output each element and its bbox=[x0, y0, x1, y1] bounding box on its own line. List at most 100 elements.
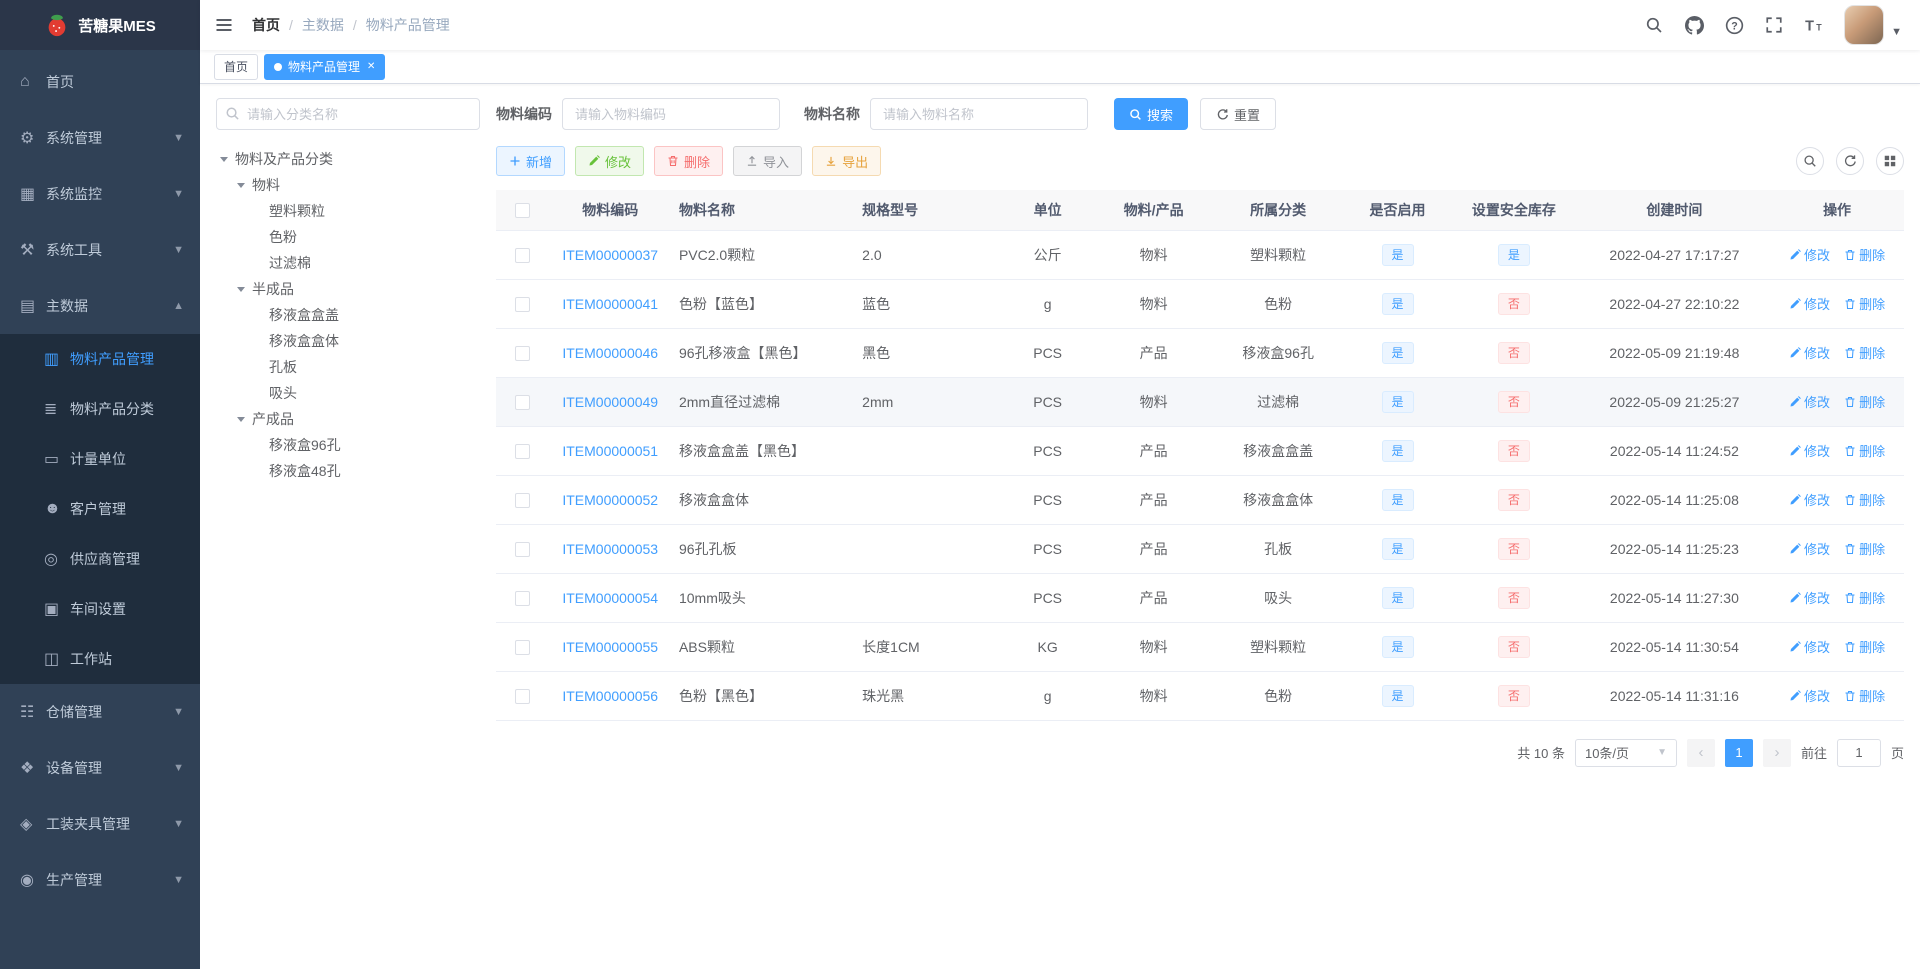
sidebar-item[interactable]: ◎ 供应商管理 bbox=[0, 534, 200, 584]
tree-expand-icon[interactable] bbox=[237, 286, 245, 296]
fullscreen-icon[interactable] bbox=[1764, 15, 1784, 35]
row-checkbox[interactable] bbox=[515, 296, 531, 312]
tree-node[interactable]: 半成品 bbox=[216, 276, 480, 302]
edit-row-link[interactable]: 修改 bbox=[1789, 588, 1830, 607]
tree-node[interactable]: 移液盒48孔 bbox=[216, 458, 480, 484]
tree-node[interactable]: 过滤棉 bbox=[216, 250, 480, 276]
close-icon[interactable]: ✕ bbox=[367, 61, 375, 72]
tree-node[interactable]: 塑料颗粒 bbox=[216, 198, 480, 224]
material-code-link[interactable]: ITEM00000053 bbox=[562, 541, 658, 557]
tree-expand-icon[interactable] bbox=[237, 182, 245, 192]
sidebar-item[interactable]: ◫ 工作站 bbox=[0, 634, 200, 684]
row-checkbox[interactable] bbox=[515, 394, 531, 410]
toggle-search-icon[interactable] bbox=[1796, 147, 1824, 175]
row-checkbox[interactable] bbox=[515, 443, 531, 459]
next-page-button[interactable]: › bbox=[1762, 738, 1791, 767]
row-checkbox[interactable] bbox=[515, 541, 531, 557]
import-button[interactable]: 导入 bbox=[733, 146, 803, 176]
font-size-icon[interactable]: TT bbox=[1804, 15, 1824, 35]
sidebar-item[interactable]: ▣ 车间设置 bbox=[0, 584, 200, 634]
add-button[interactable]: 新增 bbox=[496, 146, 566, 176]
table-row[interactable]: ITEM00000054 10mm吸头 PCS 产品 吸头 是 否 2022-05-14 11… bbox=[496, 573, 1904, 623]
tree-node[interactable]: 孔板 bbox=[216, 354, 480, 380]
tree-expand-icon[interactable] bbox=[237, 416, 245, 426]
delete-row-link[interactable]: 删除 bbox=[1844, 686, 1885, 705]
table-row[interactable]: ITEM00000055 ABS颗粒 长度1CM KG 物料 塑料颗粒 是 否 2022-05-… bbox=[496, 622, 1904, 672]
edit-row-link[interactable]: 修改 bbox=[1789, 294, 1830, 313]
sidebar-item[interactable]: ⌂ 首页 bbox=[0, 54, 200, 110]
goto-page-input[interactable] bbox=[1836, 738, 1881, 767]
sidebar-item[interactable]: ▤ 主数据 ▲ bbox=[0, 278, 200, 334]
edit-row-link[interactable]: 修改 bbox=[1789, 343, 1830, 362]
delete-row-link[interactable]: 删除 bbox=[1844, 245, 1885, 264]
edit-button[interactable]: 修改 bbox=[575, 146, 645, 176]
tree-node[interactable]: 移液盒96孔 bbox=[216, 432, 480, 458]
app-logo[interactable]: 苦糖果MES bbox=[0, 0, 200, 50]
table-row[interactable]: ITEM00000052 移液盒盒体 PCS 产品 移液盒盒体是否 2022-05-14 … bbox=[496, 475, 1904, 525]
github-icon[interactable] bbox=[1684, 15, 1704, 35]
table-row[interactable]: ITEM00000049 2mm直径过滤棉 2mm PCS 物料 过滤棉 是 否 2022-05… bbox=[496, 377, 1904, 427]
delete-button[interactable]: 删除 bbox=[654, 146, 724, 176]
sidebar-item[interactable]: ☻ 客户管理 bbox=[0, 484, 200, 534]
table-row[interactable]: ITEM00000041 色粉【蓝色】 蓝色 g 物料 色粉 是 否 2022-04-27 22… bbox=[496, 279, 1904, 329]
delete-row-link[interactable]: 删除 bbox=[1844, 343, 1885, 362]
page-size-select[interactable]: 10条/页 ▼ bbox=[1574, 738, 1677, 767]
edit-row-link[interactable]: 修改 bbox=[1789, 539, 1830, 558]
material-code-link[interactable]: ITEM00000046 bbox=[562, 345, 658, 361]
sidebar-item[interactable]: ⚙ 系统管理 ▼ bbox=[0, 110, 200, 166]
reset-button[interactable]: 重置 bbox=[1200, 98, 1277, 130]
row-checkbox[interactable] bbox=[515, 247, 531, 263]
tree-node[interactable]: 色粉 bbox=[216, 224, 480, 250]
search-button[interactable]: 搜索 bbox=[1114, 98, 1189, 130]
material-code-link[interactable]: ITEM00000056 bbox=[562, 688, 658, 704]
tree-node[interactable]: 产成品 bbox=[216, 406, 480, 432]
name-filter-input[interactable] bbox=[870, 98, 1088, 130]
export-button[interactable]: 导出 bbox=[812, 146, 882, 176]
edit-row-link[interactable]: 修改 bbox=[1789, 245, 1830, 264]
material-code-link[interactable]: ITEM00000055 bbox=[562, 639, 658, 655]
material-code-link[interactable]: ITEM00000052 bbox=[562, 492, 658, 508]
table-row[interactable]: ITEM00000053 96孔孔板 PCS 产品 孔板 是 否 2022-05-14 11:… bbox=[496, 524, 1904, 574]
sidebar-item[interactable]: ◈ 工装夹具管理 ▼ bbox=[0, 796, 200, 852]
tree-expand-icon[interactable] bbox=[220, 156, 228, 166]
delete-row-link[interactable]: 删除 bbox=[1844, 490, 1885, 509]
column-settings-icon[interactable] bbox=[1876, 147, 1904, 175]
sidebar-item[interactable]: ☷ 仓储管理 ▼ bbox=[0, 684, 200, 740]
table-row[interactable]: ITEM00000046 96孔移液盒【黑色】 黑色 PCS 产品 移液盒96孔 是 否 202… bbox=[496, 328, 1904, 378]
edit-row-link[interactable]: 修改 bbox=[1789, 637, 1830, 656]
sidebar-item[interactable]: ▦ 系统监控 ▼ bbox=[0, 166, 200, 222]
tree-node[interactable]: 移液盒盒体 bbox=[216, 328, 480, 354]
edit-row-link[interactable]: 修改 bbox=[1789, 686, 1830, 705]
delete-row-link[interactable]: 删除 bbox=[1844, 392, 1885, 411]
user-menu[interactable]: ▼ bbox=[1844, 5, 1902, 45]
tree-node[interactable]: 物料 bbox=[216, 172, 480, 198]
sidebar-item[interactable]: ❖ 设备管理 ▼ bbox=[0, 740, 200, 796]
material-code-link[interactable]: ITEM00000037 bbox=[562, 247, 658, 263]
sidebar-item-active[interactable]: ▥ 物料产品管理 bbox=[0, 334, 200, 384]
row-checkbox[interactable] bbox=[515, 345, 531, 361]
prev-page-button[interactable]: ‹ bbox=[1686, 738, 1715, 767]
search-icon[interactable] bbox=[1644, 15, 1664, 35]
tab-material-management[interactable]: 物料产品管理 ✕ bbox=[264, 53, 386, 80]
tab-home[interactable]: 首页 bbox=[214, 53, 259, 80]
sidebar-item[interactable]: ▭ 计量单位 bbox=[0, 434, 200, 484]
sidebar-item[interactable]: ≣ 物料产品分类 bbox=[0, 384, 200, 434]
tree-node[interactable]: 移液盒盒盖 bbox=[216, 302, 480, 328]
row-checkbox[interactable] bbox=[515, 688, 531, 704]
help-icon[interactable]: ? bbox=[1724, 15, 1744, 35]
category-search-input[interactable] bbox=[216, 98, 480, 130]
material-code-link[interactable]: ITEM00000041 bbox=[562, 296, 658, 312]
sidebar-item[interactable]: ◉ 生产管理 ▼ bbox=[0, 852, 200, 908]
table-row[interactable]: ITEM00000056 色粉【黑色】 珠光黑 g 物料 色粉 是 否 2022-05-14 1… bbox=[496, 671, 1904, 721]
table-row[interactable]: ITEM00000037 PVC2.0颗粒 2.0 公斤 物料 塑料颗粒 是 是 2022-04… bbox=[496, 230, 1904, 280]
edit-row-link[interactable]: 修改 bbox=[1789, 441, 1830, 460]
table-row[interactable]: ITEM00000051 移液盒盒盖【黑色】 PCS 产品 移液盒盒盖 是 否 2022-05… bbox=[496, 426, 1904, 476]
breadcrumb-home[interactable]: 首页 bbox=[252, 15, 280, 35]
material-code-link[interactable]: ITEM00000051 bbox=[562, 443, 658, 459]
select-all-checkbox[interactable] bbox=[515, 203, 531, 219]
material-code-link[interactable]: ITEM00000054 bbox=[562, 590, 658, 606]
tree-node[interactable]: 物料及产品分类 bbox=[216, 146, 480, 172]
row-checkbox[interactable] bbox=[515, 492, 531, 508]
material-code-link[interactable]: ITEM00000049 bbox=[562, 394, 658, 410]
delete-row-link[interactable]: 删除 bbox=[1844, 294, 1885, 313]
